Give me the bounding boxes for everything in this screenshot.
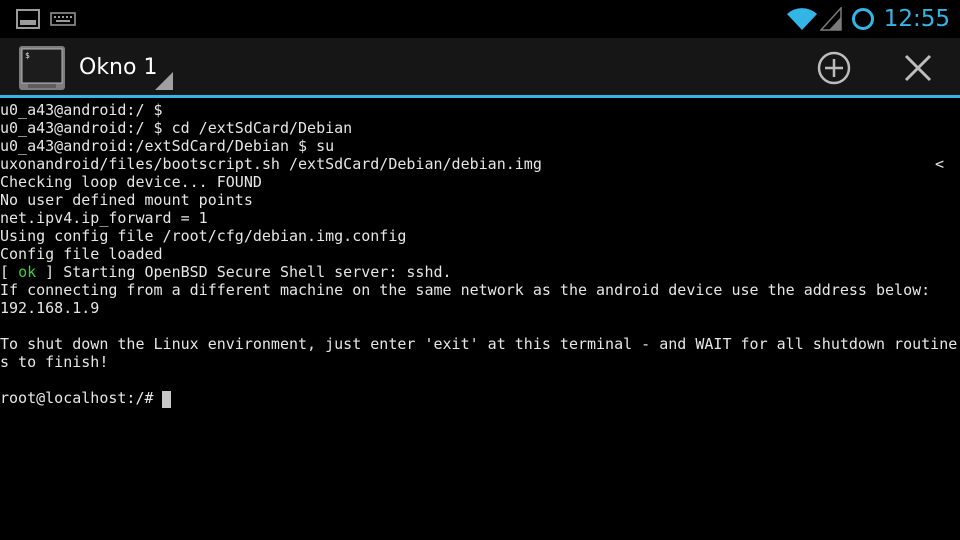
keyboard-notification-icon bbox=[50, 12, 76, 26]
terminal-line-sshd: [ ok ] Starting OpenBSD Secure Shell ser… bbox=[0, 263, 452, 281]
status-bar: 12:55 bbox=[0, 0, 960, 38]
signal-icon bbox=[819, 7, 842, 31]
terminal-line: If connecting from a different machine o… bbox=[0, 281, 931, 299]
terminal-line: Using config file /root/cfg/debian.img.c… bbox=[0, 227, 407, 245]
terminal-line: u0_a43@android:/ $ bbox=[0, 101, 163, 119]
wifi-icon bbox=[786, 8, 817, 30]
sshd-message: ] Starting OpenBSD Secure Shell server: … bbox=[36, 263, 452, 281]
terminal-line: u0_a43@android:/extSdCard/Debian $ su bbox=[0, 137, 335, 155]
terminal-line: Config file loaded bbox=[0, 245, 163, 263]
terminal-app-icon: $ bbox=[19, 46, 65, 90]
ok-status: ok bbox=[18, 263, 37, 281]
terminal-notification-icon bbox=[16, 9, 40, 29]
action-bar-divider bbox=[0, 95, 960, 98]
spinner-dropdown-icon[interactable] bbox=[155, 72, 173, 90]
terminal-line: No user defined mount points bbox=[0, 191, 253, 209]
svg-text:$: $ bbox=[25, 51, 30, 60]
new-window-icon[interactable] bbox=[812, 46, 856, 90]
sync-ring-icon bbox=[851, 8, 874, 30]
close-window-icon[interactable] bbox=[896, 46, 940, 90]
terminal-line: u0_a43@android:/ $ cd /extSdCard/Debian bbox=[0, 119, 353, 137]
terminal-line: 192.168.1.9 bbox=[0, 299, 100, 317]
bracket-open: [ bbox=[0, 263, 19, 281]
terminal-line: net.ipv4.ip_forward = 1 bbox=[0, 209, 208, 227]
terminal-line: s to finish! bbox=[0, 353, 109, 371]
terminal-screen[interactable]: u0_a43@android:/ $ u0_a43@android:/ $ cd… bbox=[0, 101, 960, 540]
terminal-line: To shut down the Linux environment, just… bbox=[0, 335, 958, 353]
terminal-line: Checking loop device... FOUND bbox=[0, 173, 262, 191]
window-spinner-title[interactable]: Okno 1 bbox=[79, 52, 157, 84]
terminal-line: uxonandroid/files/bootscript.sh /extSdCa… bbox=[0, 155, 542, 173]
terminal-cursor bbox=[162, 391, 171, 408]
terminal-prompt: root@localhost:/# bbox=[0, 389, 163, 407]
status-clock: 12:55 bbox=[883, 6, 950, 32]
line-wrap-marker: < bbox=[935, 155, 945, 173]
